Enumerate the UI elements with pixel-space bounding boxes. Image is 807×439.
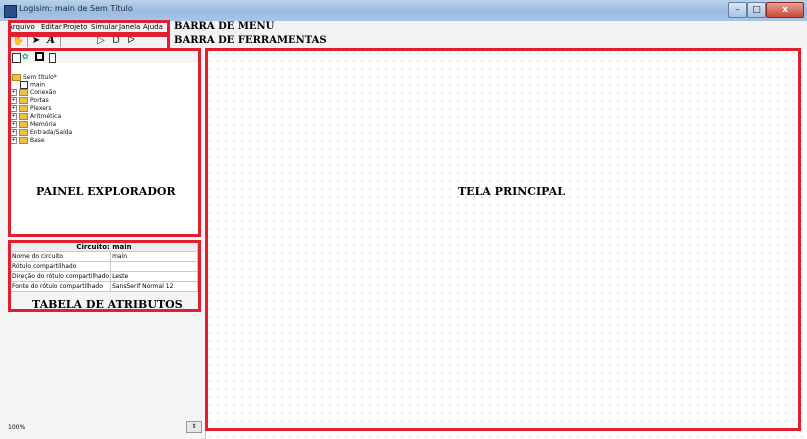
- attributes-caption: TABELA DE ATRIBUTOS: [32, 298, 183, 311]
- maximize-button[interactable]: □: [747, 2, 766, 18]
- menu-bar-caption: BARRA DE MENU: [174, 21, 275, 32]
- main-screen-highlight: [205, 48, 801, 431]
- menu-bar-highlight: [8, 20, 170, 35]
- explorer-caption: PAINEL EXPLORADOR: [36, 185, 176, 198]
- toolbar-caption: BARRA DE FERRAMENTAS: [174, 35, 327, 46]
- zoom-stepper[interactable]: ⇕: [186, 421, 202, 433]
- app-icon: [4, 5, 17, 18]
- zoom-level: 100%: [8, 424, 26, 431]
- window-title: Logisim: main de Sem Título: [19, 4, 133, 13]
- explorer-highlight: [8, 48, 201, 237]
- close-button[interactable]: x: [766, 2, 804, 18]
- main-screen-caption: TELA PRINCIPAL: [458, 185, 565, 198]
- window-title-bar: Logisim: main de Sem Título – □ x: [0, 0, 807, 22]
- minimize-button[interactable]: –: [728, 2, 747, 18]
